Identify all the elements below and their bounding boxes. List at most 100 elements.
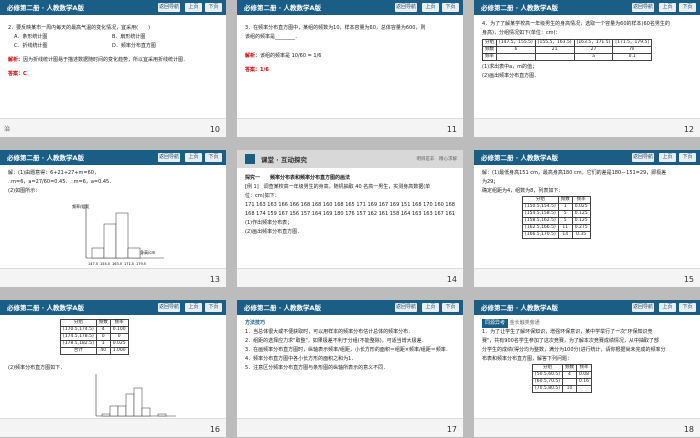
table-cell: [155.5，163.5) — [534, 39, 575, 47]
table-cell: 频数 — [482, 46, 497, 54]
prev-page-button[interactable]: 上页 — [659, 153, 676, 162]
next-page-button[interactable]: 下页 — [205, 153, 222, 162]
table-cell: [171.5，179.5] — [612, 39, 653, 47]
slide-footer: 18 — [474, 418, 700, 437]
table-cell — [575, 385, 593, 393]
answer-label: 答案： — [245, 67, 261, 73]
slide-footer: 12 — [474, 118, 700, 137]
next-page-button[interactable]: 下页 — [679, 303, 696, 312]
x-axis-label: 身高/cm — [140, 249, 156, 255]
back-to-nav-button[interactable]: 返回导航 — [632, 303, 654, 312]
page-number: 18 — [683, 425, 694, 434]
prev-page-button[interactable]: 上页 — [422, 303, 439, 312]
slide-body: 探究一 频率分布表和频率分布直方图的画法 [例 1] 调查某校高一年级男生的身高… — [245, 174, 457, 237]
section-title: 课堂 · 互动探究 — [261, 156, 307, 164]
table-cell: 频率 — [571, 196, 591, 204]
histogram-bar — [101, 413, 111, 417]
table-cell: 1 — [557, 203, 573, 211]
table-cell: 频数 — [95, 319, 111, 327]
prev-page-button[interactable]: 上页 — [185, 153, 202, 162]
option-a: A．条形统计图 — [14, 34, 48, 40]
prev-page-button[interactable]: 上页 — [422, 3, 439, 12]
answer-value: 1/6 — [260, 67, 269, 73]
slide-header: 必修第二册 · 人教数学A版 返回导航 上页 下页 — [0, 150, 226, 165]
next-page-button[interactable]: 下页 — [442, 3, 459, 12]
slide-15[interactable]: 必修第二册 · 人教数学A版 返回导航 上页 下页 解：(1)最低身高151 c… — [474, 150, 700, 287]
slide-14[interactable]: 课堂 · 互动探究 明辨是非 精心求解 探究一 频率分布表和频率分布直方图的画法… — [237, 150, 463, 287]
prev-page-button[interactable]: 上页 — [185, 3, 202, 12]
option-d: D．频率分布直方图 — [112, 43, 156, 49]
table-cell: 0.275 — [571, 224, 591, 232]
data-line: 168 174 159 167 156 157 164 169 180 176 … — [245, 211, 455, 217]
back-to-nav-button[interactable]: 返回导航 — [632, 3, 654, 12]
slide-12[interactable]: 必修第二册 · 人教数学A版 返回导航 上页 下页 4．为了了解某学校高一年级男… — [474, 0, 700, 137]
table-cell: 频数 — [561, 364, 577, 372]
slide-title: 必修第二册 · 人教数学A版 — [244, 304, 322, 312]
slide-17[interactable]: 必修第二册 · 人教数学A版 返回导航 上页 下页 方法技巧 1．当总体很大或不… — [237, 300, 463, 437]
histogram-bar — [91, 247, 105, 259]
options-row: C．折线统计图 D．频率分布直方图 — [8, 42, 220, 51]
method-line: 3．在画频率分布直方图时，纵轴表示频率/组距，小长方形的面积＝组距×频率/组距＝… — [245, 347, 451, 353]
footer-text: 治 — [4, 126, 11, 133]
table-cell: 分组 — [482, 39, 497, 47]
slide-header: 必修第二册 · 人教数学A版 返回导航 上页 下页 — [474, 300, 700, 315]
table-cell: 4 — [95, 326, 111, 334]
slide-16[interactable]: 必修第二册 · 人教数学A版 返回导航 上页 下页 分组 频数 频率 [170.5,… — [0, 300, 226, 437]
next-page-button[interactable]: 下页 — [205, 303, 222, 312]
table-cell: [166.5,170.5) — [522, 231, 559, 239]
option-b: B．扇形统计图 — [112, 34, 146, 40]
slide-13[interactable]: 必修第二册 · 人教数学A版 返回导航 上页 下页 解：(1)由题意得：6+21… — [0, 150, 226, 287]
back-to-nav-button[interactable]: 返回导航 — [395, 3, 417, 12]
table-cell: a — [573, 53, 614, 61]
page-number: 11 — [446, 125, 457, 134]
slide-body: 分组 频数 频率 [170.5,174.5) 4 0.100 [174.5,178.5)… — [60, 319, 220, 355]
slide-title: 必修第二册 · 人教数学A版 — [7, 154, 85, 162]
back-to-nav-button[interactable]: 返回导航 — [395, 303, 417, 312]
table-cell: 频率 — [109, 319, 129, 327]
slide-footer: 11 — [237, 118, 463, 137]
next-page-button[interactable]: 下页 — [205, 3, 222, 12]
table-cell: [178.5,182.5] — [60, 340, 97, 348]
slide-body: 4．为了了解某学校高一年级男生的身高情况，选取一个容量为60的样本(60名男生的… — [482, 20, 694, 81]
solution-text: 因为折线统计图易于描述数据随时间的变化趋势，所以宜采用折线统计图． — [23, 57, 189, 63]
slide-body: 方法技巧 1．当总体很大或不便获取时，可以用样本的频率分布估计总体的频率分布． … — [245, 319, 457, 373]
prev-page-button[interactable]: 上页 — [185, 303, 202, 312]
table-cell: 分组 — [532, 364, 563, 372]
table-cell: [163.5，171.5) — [573, 39, 614, 47]
back-to-nav-button[interactable]: 返回导航 — [158, 3, 180, 12]
slide-18[interactable]: 必修第二册 · 人教数学A版 返回导航 上页 下页 同源异考 金长触类旁通 1．… — [474, 300, 700, 437]
method-line: 1．当总体很大或不便获取时，可以用样本的频率分布估计总体的频率分布． — [245, 329, 414, 335]
histogram-bar — [125, 393, 135, 417]
solution-text: 该组的频率是 10/60 = 1/6 — [260, 53, 322, 59]
table-cell: [150.5,154.5) — [522, 203, 559, 211]
slide-body: 3．在频率分布直方图中，某组的频数为10，样本容量为60，总体容量为600，则 … — [245, 24, 457, 75]
back-to-nav-button[interactable]: 返回导航 — [632, 153, 654, 162]
options-row: A．条形统计图 B．扇形统计图 — [8, 33, 220, 42]
histogram-bar — [141, 407, 151, 417]
prev-page-button[interactable]: 上页 — [659, 303, 676, 312]
back-to-nav-button[interactable]: 返回导航 — [158, 303, 180, 312]
frequency-table: 分组 频数 频率 [150.5,154.5) 1 0.025 [154.5,158.5)… — [522, 196, 591, 239]
slide-11[interactable]: 必修第二册 · 人教数学A版 返回导航 上页 下页 3．在频率分布直方图中，某组… — [237, 0, 463, 137]
slide-body: 解：(1)最低身高151 cm，最高身高180 cm，它们的差是180－151=… — [482, 169, 694, 239]
answer-label: 答案： — [8, 71, 24, 77]
practice-subtitle: 金长触类旁通 — [509, 320, 540, 326]
next-page-button[interactable]: 下页 — [442, 303, 459, 312]
next-page-button[interactable]: 下页 — [679, 153, 696, 162]
back-to-nav-button[interactable]: 返回导航 — [158, 153, 180, 162]
slide-footer: 治 10 — [0, 118, 226, 137]
page-number: 10 — [209, 125, 220, 134]
sub-question: (2)画出频率分布直方图． — [482, 73, 540, 79]
slide-header: 必修第二册 · 人教数学A版 返回导航 上页 下页 — [0, 0, 226, 15]
solution-label: 解析： — [8, 57, 24, 63]
prev-page-button[interactable]: 上页 — [659, 3, 676, 12]
table-cell: [174.5,178.5) — [60, 333, 97, 341]
x-tick-label: 171.5 — [124, 262, 134, 266]
next-page-button[interactable]: 下页 — [679, 3, 696, 12]
solution-line: 确定组距为4，组数为8，列表如下： — [482, 188, 564, 194]
table-cell: 11 — [557, 224, 573, 232]
slide-title: 必修第二册 · 人教数学A版 — [481, 304, 559, 312]
slide-10[interactable]: 必修第二册 · 人教数学A版 返回导航 上页 下页 2．要反映某市一周内每天的最… — [0, 0, 226, 137]
topic-heading: 探究一 频率分布表和频率分布直方图的画法 — [245, 175, 351, 181]
histogram-chart — [95, 374, 176, 417]
